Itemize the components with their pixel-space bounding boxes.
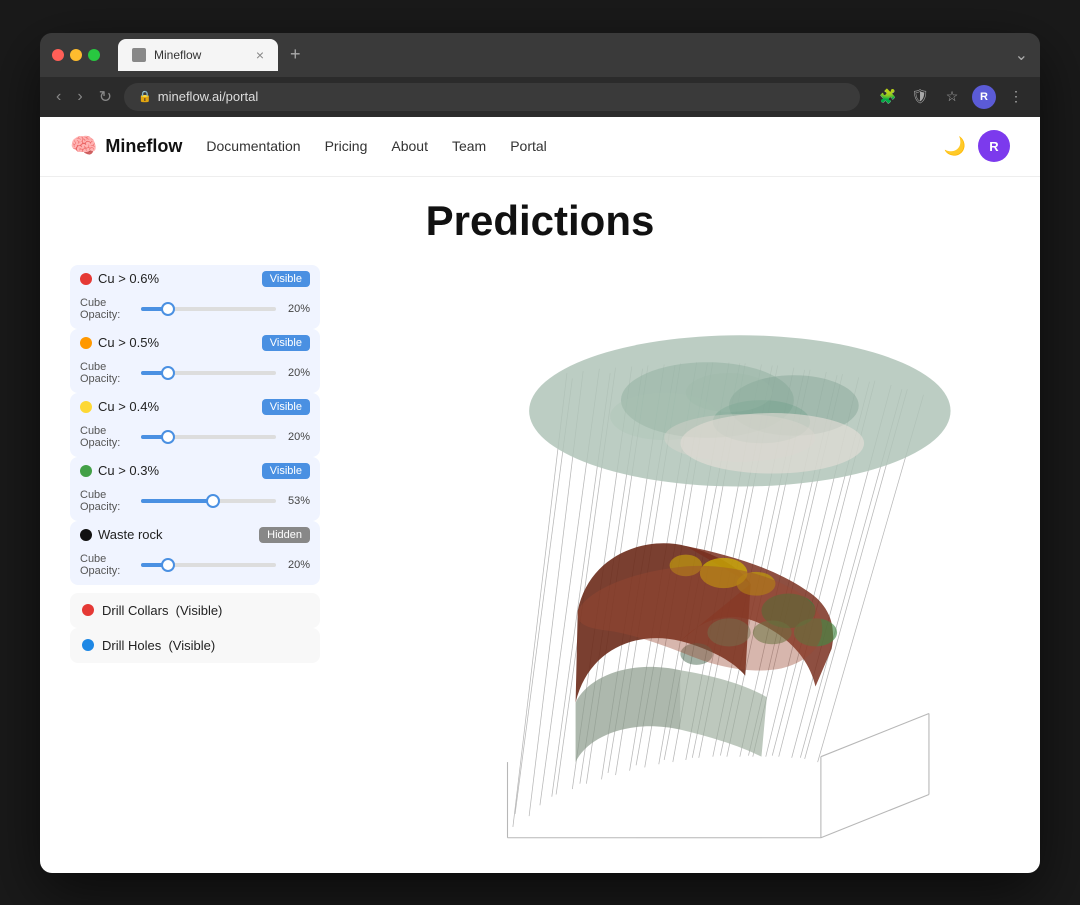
layer-toggle-cu05[interactable]: Visible <box>262 335 310 351</box>
window-expand-icon[interactable]: ⌄ <box>1015 45 1028 65</box>
logo-text: Mineflow <box>105 136 182 157</box>
nav-pricing[interactable]: Pricing <box>325 138 368 154</box>
layer-toggle-cu03[interactable]: Visible <box>262 463 310 479</box>
layer-opacity-cu06: CubeOpacity: 20% <box>70 293 320 329</box>
layer-card-waste: Waste rock Hidden CubeOpacity: 20% <box>70 521 320 585</box>
opacity-label-cu05: CubeOpacity: <box>80 361 135 385</box>
opacity-label-cu04: CubeOpacity: <box>80 425 135 449</box>
layer-toggle-waste[interactable]: Hidden <box>259 527 310 543</box>
shield-icon[interactable]: 🛡 <box>908 85 932 109</box>
layer-dot-cu04 <box>80 401 92 413</box>
layer-card-cu06: Cu > 0.6% Visible CubeOpacity: 20% <box>70 265 320 329</box>
nav-portal[interactable]: Portal <box>510 138 547 154</box>
layer-dot-waste <box>80 529 92 541</box>
overlay-dot-drill-holes <box>82 639 94 651</box>
layer-header-cu03: Cu > 0.3% Visible <box>70 457 320 485</box>
opacity-slider-cu04[interactable] <box>141 435 276 439</box>
title-bar: Mineflow × + ⌄ <box>40 33 1040 77</box>
browser-window: Mineflow × + ⌄ ‹ › ↻ 🔒 mineflow.ai/porta… <box>40 33 1040 873</box>
traffic-lights <box>52 49 100 61</box>
address-field[interactable]: 🔒 mineflow.ai/portal <box>124 83 860 111</box>
3d-visualization <box>340 265 1010 873</box>
content-area: Cu > 0.6% Visible CubeOpacity: 20% Cu > … <box>70 265 1010 873</box>
layer-opacity-cu04: CubeOpacity: 20% <box>70 421 320 457</box>
layer-toggle-cu06[interactable]: Visible <box>262 271 310 287</box>
tab-close-button[interactable]: × <box>256 47 264 63</box>
layer-name-cu04: Cu > 0.4% <box>98 399 256 414</box>
refresh-button[interactable]: ↻ <box>95 83 116 111</box>
layer-dot-cu03 <box>80 465 92 477</box>
layer-header-cu04: Cu > 0.4% Visible <box>70 393 320 421</box>
layer-card-cu03: Cu > 0.3% Visible CubeOpacity: 53% <box>70 457 320 521</box>
layer-opacity-waste: CubeOpacity: 20% <box>70 549 320 585</box>
header-right: 🌙 R <box>944 130 1010 162</box>
layer-name-cu05: Cu > 0.5% <box>98 335 256 350</box>
opacity-value-cu03: 53% <box>282 495 310 507</box>
close-button[interactable] <box>52 49 64 61</box>
visualization-area[interactable] <box>340 265 1010 873</box>
nav-documentation[interactable]: Documentation <box>206 138 300 154</box>
page-title: Predictions <box>70 197 1010 245</box>
maximize-button[interactable] <box>88 49 100 61</box>
tab-favicon <box>132 48 146 62</box>
layer-name-waste: Waste rock <box>98 527 253 542</box>
overlay-dot-drill-collars <box>82 604 94 616</box>
tab-area: Mineflow × + <box>118 39 1007 71</box>
layer-dot-cu05 <box>80 337 92 349</box>
layer-name-cu03: Cu > 0.3% <box>98 463 256 478</box>
opacity-label-cu03: CubeOpacity: <box>80 489 135 513</box>
opacity-value-waste: 20% <box>282 559 310 571</box>
layers-container: Cu > 0.6% Visible CubeOpacity: 20% Cu > … <box>70 265 320 585</box>
layer-toggle-cu04[interactable]: Visible <box>262 399 310 415</box>
theme-toggle-button[interactable]: 🌙 <box>944 136 966 157</box>
bookmark-icon[interactable]: ☆ <box>940 85 964 109</box>
main-content: Predictions Cu > 0.6% Visible CubeOpacit… <box>40 177 1040 873</box>
layer-opacity-cu03: CubeOpacity: 53% <box>70 485 320 521</box>
opacity-slider-cu03[interactable] <box>141 499 276 503</box>
opacity-value-cu04: 20% <box>282 431 310 443</box>
minimize-button[interactable] <box>70 49 82 61</box>
extensions-icon[interactable]: 🧩 <box>876 85 900 109</box>
opacity-value-cu06: 20% <box>282 303 310 315</box>
opacity-label-cu06: CubeOpacity: <box>80 297 135 321</box>
user-avatar[interactable]: R <box>978 130 1010 162</box>
logo-icon: 🧠 <box>70 133 97 159</box>
opacity-value-cu05: 20% <box>282 367 310 379</box>
overlays-container: Drill Collars (Visible) Drill Holes (Vis… <box>70 593 320 663</box>
layer-name-cu06: Cu > 0.6% <box>98 271 256 286</box>
nav-about[interactable]: About <box>391 138 428 154</box>
opacity-slider-waste[interactable] <box>141 563 276 567</box>
layer-header-cu05: Cu > 0.5% Visible <box>70 329 320 357</box>
opacity-label-waste: CubeOpacity: <box>80 553 135 577</box>
nav-team[interactable]: Team <box>452 138 486 154</box>
opacity-slider-cu06[interactable] <box>141 307 276 311</box>
layer-header-cu06: Cu > 0.6% Visible <box>70 265 320 293</box>
back-button[interactable]: ‹ <box>52 84 65 110</box>
browser-actions: 🧩 🛡 ☆ R ⋮ <box>876 85 1028 109</box>
page-content: 🧠 Mineflow Documentation Pricing About T… <box>40 117 1040 873</box>
layer-card-cu05: Cu > 0.5% Visible CubeOpacity: 20% <box>70 329 320 393</box>
lock-icon: 🔒 <box>138 90 152 103</box>
more-options-icon[interactable]: ⋮ <box>1004 85 1028 109</box>
overlay-card-drill-collars[interactable]: Drill Collars (Visible) <box>70 593 320 628</box>
overlay-name-drill-holes: Drill Holes (Visible) <box>102 638 215 653</box>
layer-header-waste: Waste rock Hidden <box>70 521 320 549</box>
layer-card-cu04: Cu > 0.4% Visible CubeOpacity: 20% <box>70 393 320 457</box>
new-tab-button[interactable]: + <box>282 40 309 69</box>
tab-title: Mineflow <box>154 48 201 62</box>
site-header: 🧠 Mineflow Documentation Pricing About T… <box>40 117 1040 177</box>
layer-dot-cu06 <box>80 273 92 285</box>
address-bar: ‹ › ↻ 🔒 mineflow.ai/portal 🧩 🛡 ☆ R ⋮ <box>40 77 1040 117</box>
overlay-card-drill-holes[interactable]: Drill Holes (Visible) <box>70 628 320 663</box>
url-display: mineflow.ai/portal <box>158 89 258 104</box>
profile-button[interactable]: R <box>972 85 996 109</box>
overlay-name-drill-collars: Drill Collars (Visible) <box>102 603 222 618</box>
opacity-slider-cu05[interactable] <box>141 371 276 375</box>
forward-button[interactable]: › <box>73 84 86 110</box>
site-logo[interactable]: 🧠 Mineflow <box>70 133 182 159</box>
layer-opacity-cu05: CubeOpacity: 20% <box>70 357 320 393</box>
site-nav: Documentation Pricing About Team Portal <box>206 138 546 154</box>
left-panel: Cu > 0.6% Visible CubeOpacity: 20% Cu > … <box>70 265 320 873</box>
browser-tab[interactable]: Mineflow × <box>118 39 278 71</box>
